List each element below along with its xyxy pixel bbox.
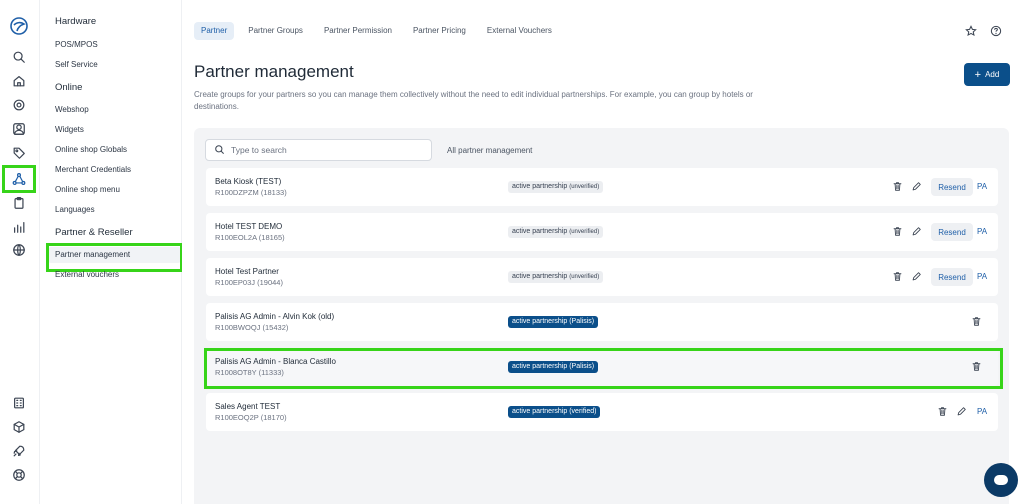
trash-icon[interactable] [892, 226, 904, 238]
help-icon[interactable] [990, 25, 1002, 39]
pa-link[interactable]: PA [977, 407, 987, 416]
status-badge: active partnership (unverified) [508, 226, 604, 238]
table-row[interactable]: Hotel Test Partner R100EP03J (19044) act… [206, 258, 998, 296]
rocket-icon[interactable] [11, 443, 27, 459]
subnav-item-pos-mpos[interactable]: POS/MPOS [55, 40, 98, 49]
partner-name: Palisis AG Admin - Alvin Kok (old) [215, 312, 335, 321]
edit-icon[interactable] [956, 406, 968, 418]
partner-code: R100BWOQJ (15432) [215, 323, 289, 332]
sub-navigation: Hardware POS/MPOS Self Service Online We… [40, 0, 183, 504]
globe-icon[interactable] [11, 242, 27, 258]
resend-button[interactable]: Resend [931, 268, 973, 286]
tab-partner-permission[interactable]: Partner Permission [317, 22, 399, 40]
subnav-item-self-service[interactable]: Self Service [55, 60, 98, 69]
subnav-item-widgets[interactable]: Widgets [55, 125, 84, 134]
all-partner-management-filter[interactable]: All partner management [447, 146, 532, 155]
main-content: Partner Partner Groups Partner Permissio… [182, 0, 1024, 504]
partner-code: R100EOQ2P (18170) [215, 413, 287, 422]
page-title: Partner management [194, 62, 354, 81]
building-icon[interactable] [11, 395, 27, 411]
partner-name: Hotel Test Partner [215, 267, 279, 276]
table-row[interactable]: Sales Agent TEST R100EOQ2P (18170) activ… [206, 393, 998, 431]
search-icon[interactable] [11, 49, 27, 65]
add-button-label: Add [985, 70, 1000, 79]
home-icon[interactable] [11, 73, 27, 89]
trash-icon[interactable] [892, 271, 904, 283]
page-description: Create groups for your partners so you c… [194, 90, 753, 111]
chat-button[interactable] [984, 463, 1018, 497]
table-row[interactable]: Beta Kiosk (TEST) R100DZPZM (18133) acti… [206, 168, 998, 206]
selected-row-highlight [204, 348, 1003, 389]
partner-code: R100EOL2A (18165) [215, 233, 285, 242]
gear-icon[interactable] [11, 97, 27, 113]
trash-icon[interactable] [892, 181, 904, 193]
subnav-item-webshop[interactable]: Webshop [55, 105, 89, 114]
tab-partner-pricing[interactable]: Partner Pricing [406, 22, 473, 40]
trash-icon[interactable] [971, 316, 983, 328]
subnav-item-external-vouchers[interactable]: External vouchers [55, 270, 119, 279]
subnav-item-online-shop-globals[interactable]: Online shop Globals [55, 145, 127, 154]
star-icon[interactable] [965, 25, 977, 39]
add-button[interactable]: + Add [964, 63, 1010, 86]
box-icon[interactable] [11, 419, 27, 435]
resend-button[interactable]: Resend [931, 178, 973, 196]
tab-partner-groups[interactable]: Partner Groups [241, 22, 310, 40]
table-row[interactable]: Palisis AG Admin - Alvin Kok (old) R100B… [206, 303, 998, 341]
search-icon [214, 144, 225, 157]
top-icons [965, 25, 1002, 39]
tab-external-vouchers[interactable]: External Vouchers [480, 22, 559, 40]
subnav-item-languages[interactable]: Languages [55, 205, 95, 214]
logo-icon[interactable] [9, 16, 29, 36]
tab-bar: Partner Partner Groups Partner Permissio… [194, 22, 566, 40]
status-badge: active partnership (Palisis) [508, 316, 599, 328]
edit-icon[interactable] [911, 181, 923, 193]
subnav-item-merchant-credentials[interactable]: Merchant Credentials [55, 165, 131, 174]
partner-code: R100DZPZM (18133) [215, 188, 287, 197]
section-title-partner-reseller: Partner & Reseller [55, 227, 133, 238]
table-row[interactable]: Hotel TEST DEMO R100EOL2A (18165) active… [206, 213, 998, 251]
clipboard-icon[interactable] [11, 195, 27, 211]
bar-chart-icon[interactable] [11, 219, 27, 235]
search-field[interactable] [205, 139, 432, 161]
tag-icon[interactable] [11, 145, 27, 161]
pa-link[interactable]: PA [977, 182, 987, 191]
partner-name: Sales Agent TEST [215, 402, 281, 411]
section-title-hardware: Hardware [55, 16, 97, 27]
edit-icon[interactable] [911, 271, 923, 283]
lifebuoy-icon[interactable] [11, 467, 27, 483]
pa-link[interactable]: PA [977, 227, 987, 236]
status-badge: active partnership (verified) [508, 406, 601, 418]
partner-name: Hotel TEST DEMO [215, 222, 283, 231]
resend-button[interactable]: Resend [931, 223, 973, 241]
trash-icon[interactable] [937, 406, 949, 418]
search-input[interactable] [231, 145, 421, 155]
edit-icon[interactable] [911, 226, 923, 238]
partner-list-panel: All partner management Beta Kiosk (TEST)… [194, 128, 1009, 504]
status-badge: active partnership (unverified) [508, 181, 604, 193]
partner-name: Beta Kiosk (TEST) [215, 177, 282, 186]
partner-management-highlight [46, 243, 183, 272]
partner-code: R100EP03J (19044) [215, 278, 283, 287]
contacts-icon[interactable] [11, 121, 27, 137]
tab-partner[interactable]: Partner [194, 22, 235, 40]
partner-network-highlight [2, 165, 36, 193]
pa-link[interactable]: PA [977, 272, 987, 281]
subnav-item-online-shop-menu[interactable]: Online shop menu [55, 185, 120, 194]
section-title-online: Online [55, 82, 83, 93]
status-badge: active partnership (unverified) [508, 271, 604, 283]
icon-rail [0, 0, 40, 504]
chat-bubble-icon [994, 475, 1008, 485]
plus-icon: + [974, 68, 982, 81]
